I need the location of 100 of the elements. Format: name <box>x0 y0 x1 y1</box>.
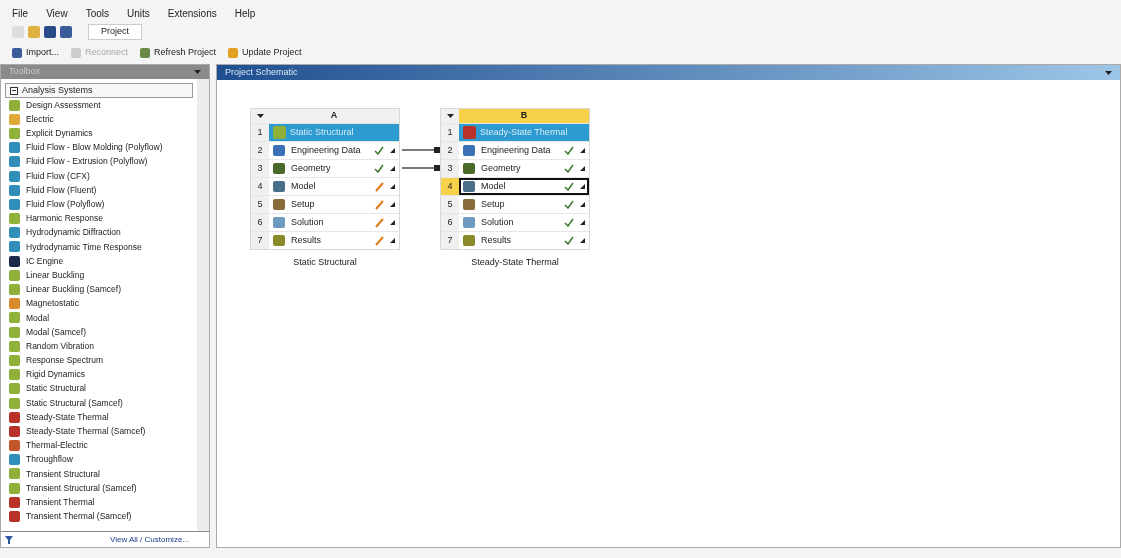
corner-arrow-icon <box>390 148 395 153</box>
toolbox-item[interactable]: Static Structural (Samcef) <box>1 395 197 411</box>
corner-arrow-icon <box>390 220 395 225</box>
toolbar-button[interactable]: Refresh Project <box>140 46 217 60</box>
toolbox-item[interactable]: Hydrodynamic Diffraction <box>1 225 197 240</box>
toolbox-item[interactable]: Design Assessment <box>1 98 197 113</box>
toolbox-item[interactable]: Hydrodynamic Time Response <box>1 239 197 255</box>
corner-arrow-icon <box>580 238 585 243</box>
dropdown-icon[interactable] <box>1105 70 1112 75</box>
toolbox-item[interactable]: Fluid Flow (Fluent) <box>1 183 197 198</box>
filter-icon[interactable] <box>5 535 13 544</box>
system-icon <box>463 126 476 139</box>
group-header[interactable]: Analysis Systems <box>5 83 193 98</box>
component-cell[interactable]: Results <box>269 232 399 249</box>
panel-title: Toolbox <box>9 65 42 79</box>
menu-item[interactable]: Tools <box>85 6 109 22</box>
component-icon <box>463 217 475 228</box>
toolbox-item[interactable]: Fluid Flow (CFX) <box>1 168 197 184</box>
toolbox-item[interactable]: Transient Structural <box>1 466 197 482</box>
component-icon <box>463 235 475 246</box>
toolbox-item[interactable]: Steady-State Thermal <box>1 410 197 425</box>
toolbar-icon <box>71 48 81 58</box>
row-number: 7 <box>441 232 459 249</box>
toolbar-icon <box>228 48 239 58</box>
row-number: 2 <box>251 142 269 159</box>
scrollbar[interactable] <box>197 79 209 531</box>
toolbox-item[interactable]: Magnetostatic <box>1 296 197 311</box>
toolbox-item[interactable]: Static Structural <box>1 381 197 396</box>
component-cell[interactable]: Engineering Data <box>269 142 399 159</box>
dropdown-icon[interactable] <box>256 114 264 118</box>
toolbox-item[interactable]: Random Vibration <box>1 339 197 354</box>
toolbar-button[interactable]: Import... <box>12 46 59 60</box>
panel-title: Project Schematic <box>225 65 299 79</box>
system-column-header[interactable]: A <box>269 109 399 123</box>
dropdown-icon[interactable] <box>446 114 454 118</box>
toolbar-button[interactable]: Update Project <box>228 46 302 60</box>
toolbox-item[interactable]: Fluid Flow - Extrusion (Polyflow) <box>1 154 197 169</box>
row-number: 6 <box>251 214 269 231</box>
toolbox-item[interactable]: Steady-State Thermal (Samcef) <box>1 424 197 439</box>
menu-item[interactable]: View <box>46 6 68 22</box>
toolbox-item[interactable]: Fluid Flow (Polyflow) <box>1 197 197 212</box>
row-number: 4 <box>441 178 459 195</box>
toolbar-icon <box>12 48 22 58</box>
toolbox-item[interactable]: Linear Buckling <box>1 268 197 283</box>
toolbox-item[interactable]: Thermal-Electric <box>1 438 197 453</box>
corner-arrow-icon <box>580 220 585 225</box>
project-tab[interactable]: Project <box>88 24 142 40</box>
toolbox-item[interactable]: IC Engine <box>1 254 197 269</box>
menu-item[interactable]: Units <box>127 6 150 22</box>
toolbar-icon <box>60 26 72 38</box>
row-number: 4 <box>251 178 269 195</box>
row-number: 5 <box>251 196 269 213</box>
toolbar-icon <box>140 48 151 58</box>
corner-arrow-icon <box>390 202 395 207</box>
component-cell[interactable]: Model <box>269 178 399 195</box>
corner-arrow-icon <box>580 202 585 207</box>
component-icon <box>273 199 285 210</box>
row-number: 2 <box>441 142 459 159</box>
toolbox-item[interactable]: Rigid Dynamics <box>1 367 197 382</box>
component-icon <box>463 163 475 174</box>
toolbar-icon <box>28 26 40 38</box>
system-icon <box>273 126 286 139</box>
component-cell[interactable]: Setup <box>269 196 399 213</box>
component-cell[interactable]: Setup <box>459 196 589 213</box>
view-all-link[interactable]: View All / Customize... <box>110 533 189 546</box>
menu-item[interactable]: Extensions <box>167 6 217 22</box>
toolbox-item[interactable]: Electric <box>1 112 197 127</box>
row-number: 6 <box>441 214 459 231</box>
toolbox-item[interactable]: Modal <box>1 310 197 325</box>
component-cell[interactable]: Solution <box>269 214 399 231</box>
toolbox-item[interactable]: Modal (Samcef) <box>1 325 197 340</box>
toolbox-item[interactable]: Throughflow <box>1 452 197 467</box>
component-cell[interactable]: Solution <box>459 214 589 231</box>
component-icon <box>463 199 475 210</box>
component-cell[interactable]: Geometry <box>459 160 589 177</box>
row-number: 1 <box>251 124 269 141</box>
component-cell[interactable]: Geometry <box>269 160 399 177</box>
row-number: 1 <box>441 124 459 141</box>
toolbox-item[interactable]: Response Spectrum <box>1 353 197 368</box>
component-icon <box>463 145 475 156</box>
toolbox-item[interactable]: Transient Thermal <box>1 495 197 510</box>
component-cell[interactable]: Engineering Data <box>459 142 589 159</box>
toolbox-item[interactable]: Transient Structural (Samcef) <box>1 481 197 496</box>
menu-item[interactable]: Help <box>234 6 256 22</box>
corner-arrow-icon <box>390 184 395 189</box>
toolbox-item[interactable]: Harmonic Response <box>1 211 197 226</box>
component-icon <box>273 145 285 156</box>
toolbox-item[interactable]: Linear Buckling (Samcef) <box>1 282 197 297</box>
row-number: 5 <box>441 196 459 213</box>
component-cell[interactable]: Results <box>459 232 589 249</box>
toolbox-item[interactable]: Fluid Flow - Blow Molding (Polyflow) <box>1 140 197 155</box>
row-number: 7 <box>251 232 269 249</box>
toolbox-item[interactable]: Transient Thermal (Samcef) <box>1 509 197 524</box>
system-column-header[interactable]: B <box>459 109 589 123</box>
toolbox-item[interactable]: Explicit Dynamics <box>1 126 197 141</box>
component-icon <box>273 181 285 192</box>
row-number: 3 <box>251 160 269 177</box>
menu-item[interactable]: File <box>12 6 29 22</box>
corner-arrow-icon <box>390 238 395 243</box>
component-cell[interactable]: Model <box>459 178 589 195</box>
